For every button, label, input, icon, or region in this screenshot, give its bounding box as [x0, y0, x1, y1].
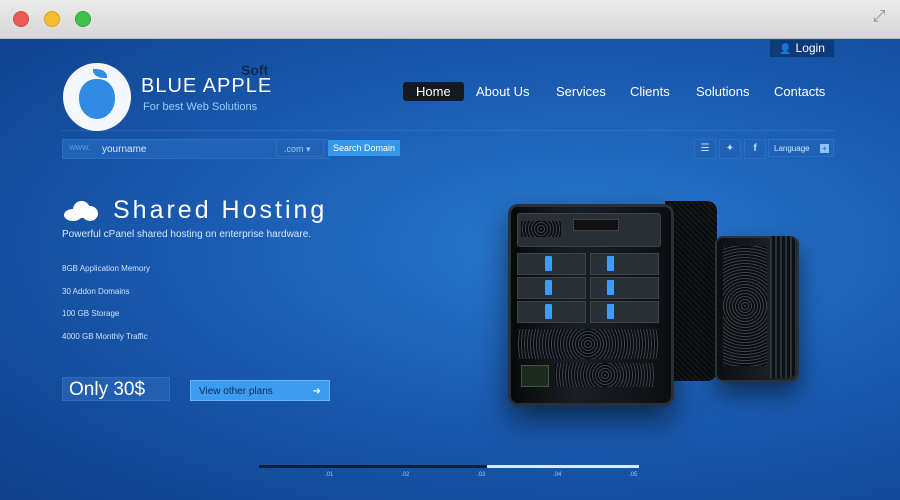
slider-tick[interactable]: .05 — [629, 472, 637, 478]
website-page: 👤 Login Soft BLUE APPLE For best Web Solu… — [0, 39, 900, 500]
domain-prefix: www. — [69, 142, 91, 152]
slider-tick[interactable]: .02 — [401, 472, 409, 478]
server-illustration — [508, 204, 674, 406]
nav-home[interactable]: Home — [403, 82, 464, 101]
slider-progress-fill — [487, 465, 639, 468]
domain-input[interactable] — [100, 141, 304, 157]
nav-contacts[interactable]: Contacts — [774, 82, 825, 101]
tld-select[interactable]: .com ▾ — [276, 139, 324, 157]
maximize-window-button[interactable] — [75, 11, 91, 27]
feature-item: 100 GB Storage — [62, 309, 120, 318]
cloud-icon — [64, 201, 98, 221]
login-label: Login — [795, 41, 825, 55]
expand-arrows-icon[interactable]: ⤢ — [870, 8, 888, 26]
search-domain-button[interactable]: Search Domain — [328, 140, 400, 156]
hero-title: Shared Hosting — [113, 196, 328, 224]
nav-solutions[interactable]: Solutions — [696, 82, 749, 101]
user-icon: 👤 — [779, 44, 792, 55]
feature-item: 8GB Application Memory — [62, 264, 151, 273]
nav-about-us[interactable]: About Us — [476, 82, 529, 101]
nav-services[interactable]: Services — [556, 82, 606, 101]
feature-item: 4000 GB Monthly Traffic — [62, 332, 148, 341]
arrow-right-icon: ➜ — [312, 386, 321, 397]
close-window-button[interactable] — [13, 11, 29, 27]
plus-icon: + — [820, 144, 829, 153]
tld-value: .com — [284, 144, 304, 154]
hero-subtitle: Powerful cPanel shared hosting on enterp… — [62, 229, 312, 240]
language-select[interactable]: Language + — [768, 139, 834, 157]
feature-item: 30 Addon Domains — [62, 287, 130, 296]
slider-tick[interactable]: .01 — [325, 472, 333, 478]
logo-name: BLUE APPLE — [141, 75, 273, 97]
rss-icon[interactable]: ☰ — [694, 139, 716, 159]
price-label: Only 30$ — [62, 377, 170, 401]
language-label: Language — [774, 144, 810, 153]
slider-tick[interactable]: .03 — [477, 472, 485, 478]
view-other-plans-button[interactable]: View other plans ➜ — [190, 380, 330, 401]
chevron-down-icon: ▾ — [306, 144, 311, 154]
facebook-icon[interactable]: f — [744, 139, 766, 159]
logo-tagline: For best Web Solutions — [143, 101, 258, 113]
twitter-icon[interactable]: ✦ — [719, 139, 741, 159]
nav-clients[interactable]: Clients — [630, 82, 670, 101]
browser-titlebar: ⤢ — [0, 0, 900, 39]
login-button[interactable]: 👤 Login — [770, 40, 834, 57]
slider-tick[interactable]: .04 — [553, 472, 561, 478]
header-divider — [60, 130, 835, 131]
plans-button-label: View other plans — [199, 386, 273, 397]
server-back-front-panel — [770, 236, 796, 378]
slider-progress-bar[interactable] — [259, 465, 639, 468]
logo-circle[interactable] — [63, 63, 131, 131]
minimize-window-button[interactable] — [44, 11, 60, 27]
apple-logo-icon — [79, 79, 115, 119]
leaf-icon — [93, 69, 107, 78]
